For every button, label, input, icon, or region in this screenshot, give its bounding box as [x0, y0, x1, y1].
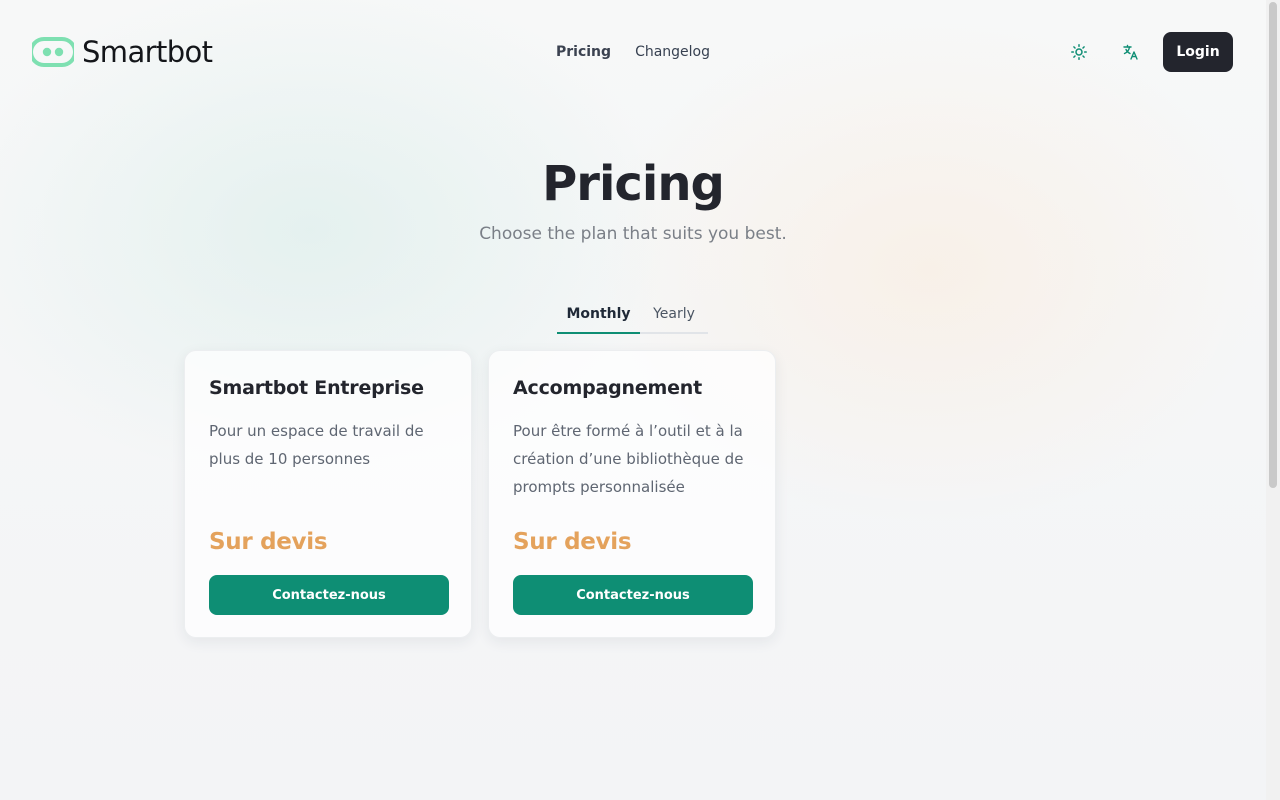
- plan-price: Sur devis: [209, 529, 328, 555]
- translate-icon: [1123, 44, 1138, 60]
- plan-name: Accompagnement: [513, 377, 703, 399]
- plan-card-accompagnement: Accompagnement Pour être formé à l’outil…: [488, 350, 776, 638]
- main-nav: Pricing Changelog: [556, 42, 710, 62]
- plan-name: Smartbot Entreprise: [209, 377, 424, 399]
- nav-link-pricing[interactable]: Pricing: [556, 42, 611, 62]
- theme-toggle-button[interactable]: [1063, 36, 1095, 68]
- tab-yearly[interactable]: Yearly: [640, 298, 708, 332]
- top-header: Smartbot Pricing Changelog Login: [0, 0, 1266, 104]
- billing-period-tabs: Monthly Yearly: [557, 298, 708, 334]
- plan-description: Pour être formé à l’outil et à la créati…: [513, 422, 744, 496]
- page-subtitle: Choose the plan that suits you best.: [479, 224, 787, 244]
- plan-price: Sur devis: [513, 529, 632, 555]
- tab-monthly[interactable]: Monthly: [557, 298, 640, 334]
- smartbot-logo-icon: [32, 37, 74, 67]
- brand-name: Smartbot: [82, 35, 213, 69]
- language-button[interactable]: [1115, 36, 1147, 68]
- scrollbar-thumb[interactable]: [1269, 2, 1277, 488]
- page-title: Pricing: [542, 156, 725, 212]
- brand-logo[interactable]: Smartbot: [32, 34, 213, 70]
- sun-icon: [1071, 44, 1087, 60]
- plan-card-entreprise: Smartbot Entreprise Pour un espace de tr…: [184, 350, 472, 638]
- login-button[interactable]: Login: [1163, 32, 1233, 72]
- contact-us-button[interactable]: Contactez-nous: [209, 575, 449, 615]
- scrollbar[interactable]: [1266, 0, 1280, 800]
- plan-description: Pour un espace de travail de plus de 10 …: [209, 422, 424, 468]
- contact-us-button[interactable]: Contactez-nous: [513, 575, 753, 615]
- nav-link-changelog[interactable]: Changelog: [635, 42, 710, 62]
